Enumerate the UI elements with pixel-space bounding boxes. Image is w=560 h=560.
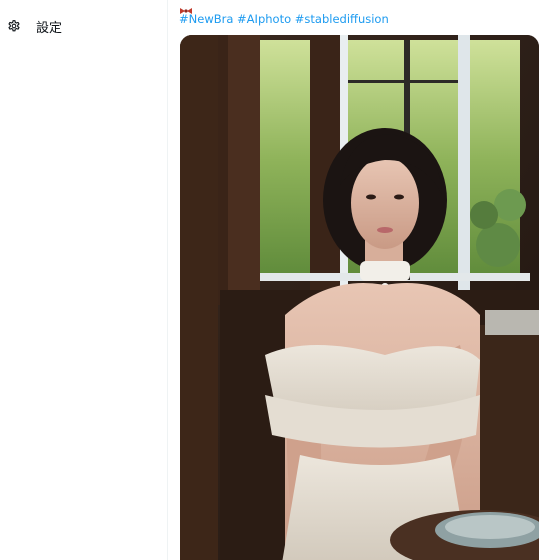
photo-illustration (180, 35, 539, 560)
settings-label: 設定 (36, 20, 63, 36)
hashtag-newbra[interactable]: #NewBra (179, 12, 233, 26)
gear-icon (6, 18, 22, 34)
sidebar: 設定 (0, 0, 167, 560)
tweet: #NewBra #AIphoto #stablediffusion (168, 0, 560, 560)
hashtag-stablediffusion[interactable]: #stablediffusion (295, 12, 389, 26)
sidebar-item-settings[interactable]: 設定 (6, 15, 72, 37)
hashtag-line: #NewBra #AIphoto #stablediffusion (179, 12, 389, 26)
tweet-photo[interactable] (180, 35, 539, 560)
ribbon-emoji-icon (179, 0, 193, 14)
page: 設定 #NewBra #AIphoto #stablediffusion (0, 0, 560, 560)
hashtag-aiphoto[interactable]: #AIphoto (237, 12, 291, 26)
